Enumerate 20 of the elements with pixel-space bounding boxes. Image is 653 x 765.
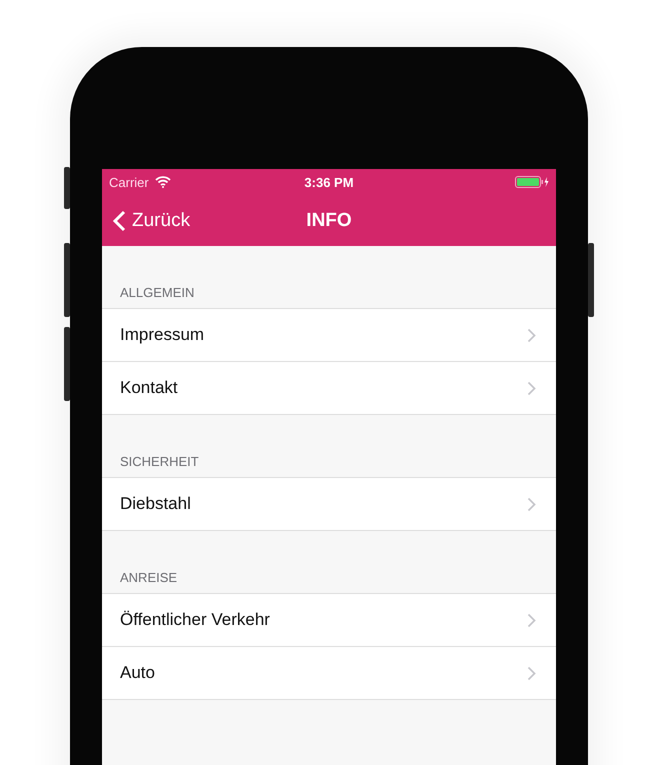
back-button[interactable]: Zurück — [102, 210, 190, 232]
wifi-icon — [154, 176, 171, 188]
battery-icon — [515, 176, 549, 188]
list-row[interactable]: Auto — [102, 647, 556, 700]
list-row[interactable]: Impressum — [102, 309, 556, 362]
screen-title: INFO — [306, 210, 352, 232]
chevron-right-icon — [527, 666, 536, 680]
section-header: ANREISE — [119, 570, 178, 587]
section-header: ALLGEMEIN — [119, 285, 196, 302]
list-row[interactable]: Öffentlicher Verkehr — [102, 594, 556, 647]
clock-time: 3:36 PM — [304, 174, 354, 190]
chevron-right-icon — [527, 380, 536, 396]
chevron-right-icon — [527, 496, 536, 512]
carrier-label: Carrier — [109, 174, 149, 190]
list-row[interactable]: Diebstahl — [102, 478, 556, 531]
chevron-right-icon — [527, 328, 536, 342]
section-header: SICHERHEIT — [119, 454, 200, 471]
list-row[interactable]: Kontakt — [102, 362, 556, 415]
chevron-right-icon — [527, 612, 536, 628]
chevron-left-icon — [112, 210, 126, 232]
